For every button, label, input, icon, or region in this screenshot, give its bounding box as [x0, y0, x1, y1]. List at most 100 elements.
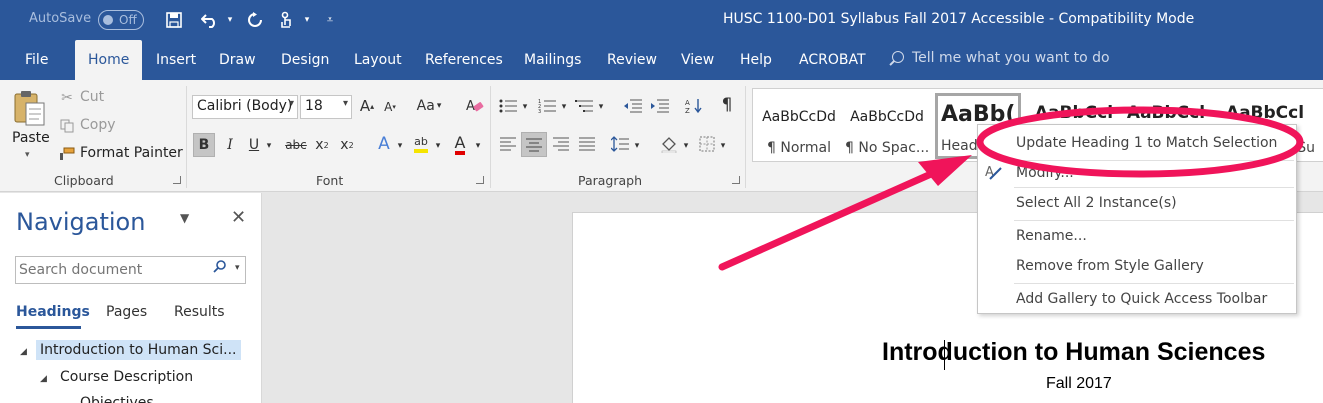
font-group-label: Font: [316, 173, 344, 188]
tab-headings[interactable]: Headings: [16, 304, 90, 320]
clear-formatting-icon[interactable]: A: [465, 96, 485, 116]
copy-button[interactable]: Copy: [80, 117, 116, 133]
paste-icon[interactable]: [11, 88, 47, 128]
show-formatting-marks-icon[interactable]: ¶: [717, 94, 737, 116]
font-size-combo[interactable]: 18 ▾: [300, 95, 352, 119]
tab-pages[interactable]: Pages: [106, 304, 147, 320]
align-right-icon[interactable]: [550, 134, 572, 154]
shading-icon[interactable]: [658, 133, 680, 155]
heading-tree-item[interactable]: Introduction to Human Sci...: [36, 340, 241, 360]
tab-insert[interactable]: Insert: [156, 40, 196, 80]
heading-tree-item[interactable]: Objectives: [80, 395, 154, 403]
search-dropdown-icon[interactable]: ▾: [235, 263, 240, 273]
close-icon[interactable]: ✕: [231, 207, 246, 228]
tab-design[interactable]: Design: [281, 40, 329, 80]
subscript-mark: 2: [323, 140, 329, 150]
bold-button[interactable]: B: [193, 133, 215, 157]
strikethrough-button[interactable]: abc: [283, 135, 309, 155]
highlight-dropdown-icon[interactable]: ▾: [433, 136, 443, 156]
tab-layout[interactable]: Layout: [354, 40, 402, 80]
customize-icon[interactable]: ⩡: [322, 8, 338, 32]
increase-indent-icon[interactable]: [649, 96, 671, 116]
bullets-dropdown-icon[interactable]: ▾: [520, 97, 530, 117]
subscript-button[interactable]: x2: [313, 135, 331, 155]
format-painter-button[interactable]: Format Painter: [80, 145, 183, 161]
tab-draw[interactable]: Draw: [219, 40, 256, 80]
tab-home[interactable]: Home: [75, 40, 143, 80]
tab-help[interactable]: Help: [740, 40, 772, 80]
collapse-caret-icon[interactable]: ◢: [40, 374, 47, 384]
menu-item-rename[interactable]: Rename...: [1016, 228, 1087, 244]
undo-icon[interactable]: [198, 8, 222, 32]
superscript-button[interactable]: x2: [338, 135, 356, 155]
save-icon[interactable]: [162, 8, 186, 32]
highlight-icon[interactable]: ab: [410, 132, 432, 156]
text-effects-icon[interactable]: A: [374, 133, 394, 155]
font-launcher-icon[interactable]: [476, 176, 484, 184]
clipboard-group-label: Clipboard: [54, 173, 114, 188]
font-name-combo[interactable]: Calibri (Body) ▾: [192, 95, 298, 119]
heading-tree-item[interactable]: Course Description: [60, 369, 193, 385]
menu-item-add-gallery-qat[interactable]: Add Gallery to Quick Access Toolbar: [1016, 291, 1267, 307]
tab-mailings[interactable]: Mailings: [524, 40, 581, 80]
decrease-indent-icon[interactable]: [622, 96, 644, 116]
tab-view[interactable]: View: [681, 40, 714, 80]
shrink-font-icon[interactable]: A ▾: [382, 98, 398, 116]
align-left-icon[interactable]: [497, 134, 519, 154]
text-effects-dropdown-icon[interactable]: ▾: [395, 136, 405, 156]
tell-me-box[interactable]: Tell me what you want to do: [892, 50, 1110, 66]
italic-glyph: I: [227, 137, 233, 153]
multilevel-list-icon[interactable]: [573, 96, 595, 116]
shading-dropdown-icon[interactable]: ▾: [681, 136, 691, 156]
tab-references[interactable]: References: [425, 40, 503, 80]
touch-dropdown-icon[interactable]: ▾: [300, 8, 314, 32]
autosave-toggle[interactable]: Off: [98, 10, 144, 30]
numbering-dropdown-icon[interactable]: ▾: [559, 97, 569, 117]
menu-item-remove-from-gallery[interactable]: Remove from Style Gallery: [1016, 258, 1204, 274]
clipboard-launcher-icon[interactable]: [173, 176, 181, 184]
style-preview: AaBbCcl: [1126, 103, 1206, 123]
tab-acrobat[interactable]: ACROBAT: [799, 40, 866, 80]
menu-item-update-heading[interactable]: Update Heading 1 to Match Selection: [1016, 135, 1277, 151]
chevron-down-icon: ▾: [342, 98, 348, 109]
search-input[interactable]: [19, 258, 204, 282]
italic-button[interactable]: I: [222, 134, 238, 156]
underline-dropdown-icon[interactable]: ▾: [264, 136, 274, 156]
cut-button[interactable]: Cut: [80, 89, 104, 105]
justify-icon[interactable]: [576, 134, 598, 154]
tab-file[interactable]: File: [25, 40, 48, 80]
style-no-spacing[interactable]: AaBbCcDd ¶ No Spac...: [845, 93, 929, 159]
tab-results[interactable]: Results: [174, 304, 225, 320]
line-spacing-icon[interactable]: [609, 134, 631, 154]
style-name: ¶ No Spac...: [845, 140, 930, 156]
font-color-icon[interactable]: A: [449, 132, 471, 156]
pane-options-icon[interactable]: ▼: [180, 211, 189, 225]
bullets-icon[interactable]: [497, 96, 519, 116]
undo-dropdown-icon[interactable]: ▾: [223, 8, 237, 32]
menu-item-select-all[interactable]: Select All 2 Instance(s): [1016, 195, 1177, 211]
menu-item-modify[interactable]: Modify...: [1016, 165, 1074, 181]
font-color-dropdown-icon[interactable]: ▾: [473, 136, 483, 156]
borders-dropdown-icon[interactable]: ▾: [718, 136, 728, 156]
underline-button[interactable]: U: [246, 134, 262, 156]
tab-review[interactable]: Review: [607, 40, 657, 80]
multilevel-dropdown-icon[interactable]: ▾: [596, 97, 606, 117]
paragraph-launcher-icon[interactable]: [732, 176, 740, 184]
line-spacing-dropdown-icon[interactable]: ▾: [632, 136, 642, 156]
sort-icon[interactable]: AZ: [683, 96, 705, 116]
document-subheading[interactable]: Fall 2017: [1046, 375, 1112, 393]
redo-icon[interactable]: [243, 8, 267, 32]
search-icon[interactable]: [213, 260, 227, 278]
align-center-icon[interactable]: [521, 132, 547, 157]
style-normal[interactable]: AaBbCcDd ¶ Normal: [757, 93, 841, 159]
menu-divider: [1014, 283, 1294, 284]
grow-font-icon[interactable]: A ▴: [358, 96, 376, 116]
paste-button[interactable]: Paste: [12, 130, 50, 146]
numbering-icon[interactable]: 123: [536, 96, 558, 116]
touch-mode-icon[interactable]: [275, 8, 299, 32]
change-case-icon[interactable]: Aa ▾: [414, 97, 444, 115]
document-heading[interactable]: Introduction to Human Sciences: [882, 338, 1265, 367]
borders-icon[interactable]: [697, 134, 717, 154]
collapse-caret-icon[interactable]: ◢: [20, 347, 27, 357]
paste-dropdown-icon[interactable]: ▾: [25, 150, 30, 160]
